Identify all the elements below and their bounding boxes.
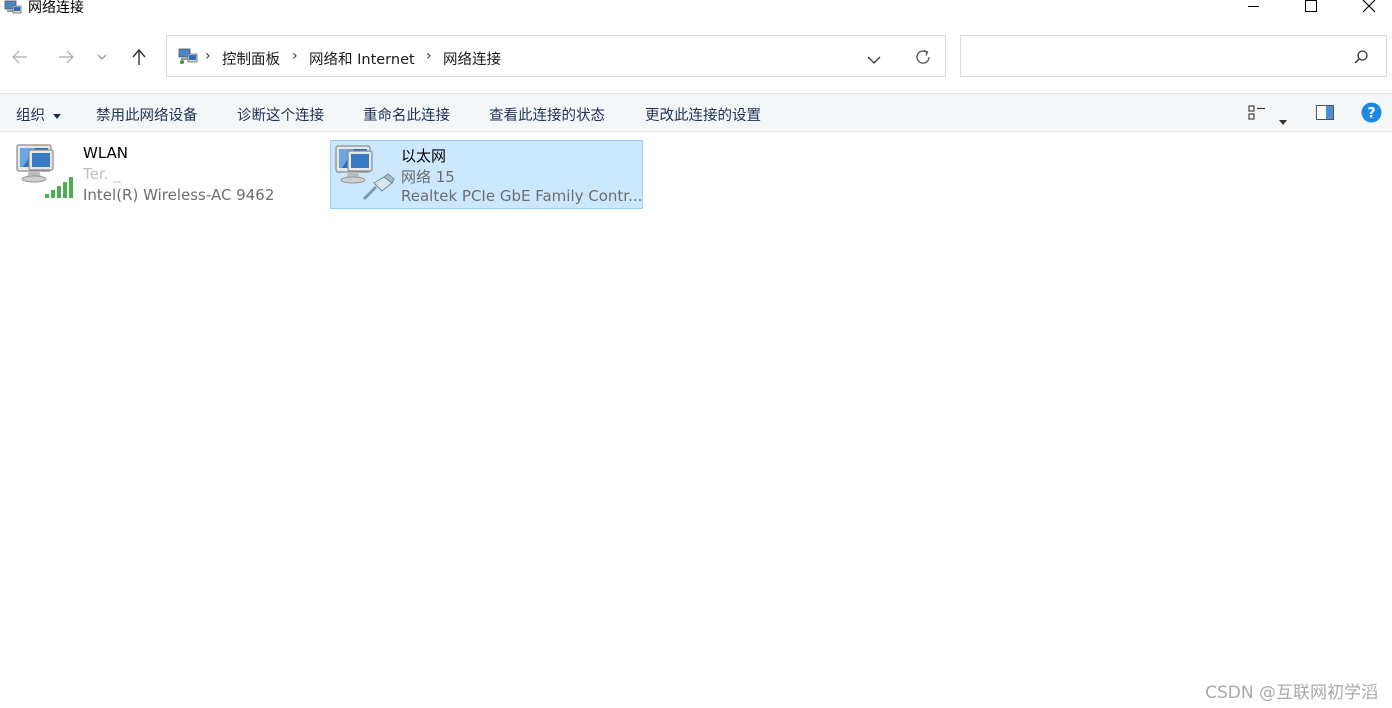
watermark: CSDN @互联网初学滔 [1205, 683, 1378, 703]
refresh-icon [916, 49, 930, 64]
organize-label: 组织 [16, 108, 45, 124]
connection-network: 网络 15 [401, 168, 455, 186]
preview-pane-icon [1316, 105, 1334, 120]
ethernet-cable-icon [334, 143, 396, 207]
help-button[interactable]: ? [1361, 102, 1382, 127]
chevron-down-icon [97, 54, 107, 60]
recent-locations-button[interactable] [89, 42, 115, 72]
maximize-button[interactable] [1288, 0, 1334, 18]
connection-item-wlan[interactable]: WLAN Ter. _ Intel(R) Wireless-AC 9462 [12, 140, 322, 208]
minimize-icon [1247, 5, 1259, 7]
address-bar[interactable]: › 控制面板 › 网络和 Internet › 网络连接 [166, 35, 946, 77]
chevron-down-icon [867, 56, 881, 64]
connection-name: WLAN [83, 144, 129, 162]
control-panel-icon [178, 47, 198, 69]
view-status-button[interactable]: 查看此连接的状态 [489, 104, 605, 125]
maximize-icon [1305, 0, 1317, 12]
breadcrumb-control-panel[interactable]: 控制面板 [222, 48, 280, 69]
preview-pane-button[interactable] [1316, 105, 1334, 124]
disable-device-button[interactable]: 禁用此网络设备 [96, 104, 198, 125]
connection-item-ethernet[interactable]: 以太网 网络 15 Realtek PCIe GbE Family Contr.… [330, 140, 643, 209]
dropdown-arrow-icon [52, 113, 61, 119]
arrow-right-icon [59, 50, 74, 64]
view-layout-icon [1248, 105, 1265, 120]
wifi-signal-icon [15, 142, 77, 204]
connection-device: Realtek PCIe GbE Family Contr... [401, 187, 643, 205]
svg-text:?: ? [1367, 106, 1375, 122]
network-connections-icon [4, 0, 22, 16]
back-button[interactable] [5, 42, 35, 72]
arrow-up-icon [132, 48, 146, 65]
rename-connection-button[interactable]: 重命名此连接 [363, 104, 450, 125]
arrow-left-icon [12, 50, 27, 64]
search-icon[interactable] [1353, 49, 1369, 69]
close-button[interactable] [1346, 0, 1392, 18]
dropdown-arrow-icon [1279, 120, 1287, 125]
window-title: 网络连接 [28, 0, 84, 16]
connection-name: 以太网 [401, 147, 447, 165]
breadcrumb-separator: › [205, 48, 211, 64]
breadcrumb-separator: › [426, 48, 432, 64]
search-box[interactable] [960, 35, 1387, 77]
forward-button[interactable] [51, 42, 81, 72]
diagnose-connection-button[interactable]: 诊断这个连接 [237, 104, 324, 125]
organize-menu-button[interactable]: 组织 [16, 104, 61, 125]
title-bar: 网络连接 [0, 0, 1392, 22]
minimize-button[interactable] [1230, 0, 1276, 18]
connection-device: Intel(R) Wireless-AC 9462 [83, 186, 275, 204]
view-options-dropdown[interactable] [1279, 110, 1287, 129]
close-icon [1362, 0, 1376, 13]
breadcrumb-network-connections[interactable]: 网络连接 [443, 48, 501, 69]
breadcrumb-separator: › [292, 48, 298, 64]
breadcrumb-network-internet[interactable]: 网络和 Internet [309, 48, 415, 69]
change-view-button[interactable] [1248, 105, 1266, 125]
refresh-button[interactable] [914, 48, 932, 70]
change-settings-button[interactable]: 更改此连接的设置 [645, 104, 761, 125]
connection-network: Ter. _ [83, 165, 121, 183]
command-bar: 组织 禁用此网络设备 诊断这个连接 重命名此连接 查看此连接的状态 更改此连接的… [0, 93, 1392, 132]
up-button[interactable] [124, 42, 154, 72]
address-history-button[interactable] [867, 50, 881, 69]
search-input[interactable] [969, 44, 1343, 70]
help-icon: ? [1361, 102, 1382, 123]
